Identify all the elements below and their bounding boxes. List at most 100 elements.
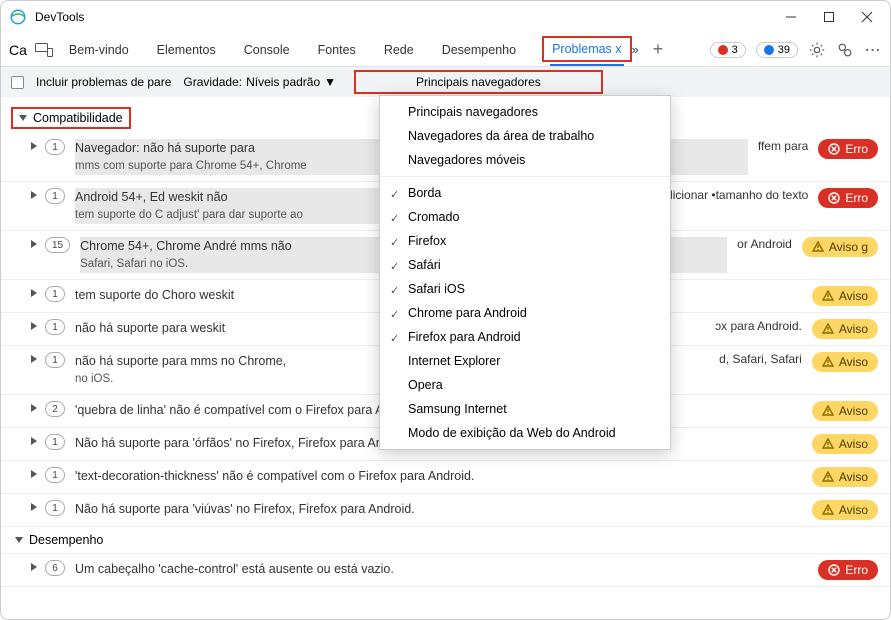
chevron-down-icon: ▼ <box>324 75 336 89</box>
check-icon: ✓ <box>390 332 399 345</box>
browser-filter-option[interactable]: Opera <box>380 373 670 397</box>
option-label: Internet Explorer <box>408 354 500 368</box>
device-toggle-icon[interactable] <box>35 43 53 57</box>
error-badge: Erro <box>818 188 878 208</box>
severity-label: Gravidade: <box>183 75 242 89</box>
issue-count-badge: 1 <box>45 188 65 204</box>
browser-filter-option[interactable]: Principais navegadores <box>380 100 670 124</box>
option-label: Cromado <box>408 210 459 224</box>
experiments-icon[interactable] <box>836 41 854 59</box>
include-third-party-label: Incluir problemas de pare <box>36 75 171 89</box>
tab-fontes[interactable]: Fontes <box>316 34 358 65</box>
devtools-tabbar: Ca Bem-vindoElementosConsoleFontesRedeDe… <box>1 33 890 67</box>
error-badge: Erro <box>818 560 878 580</box>
window-close-button[interactable] <box>860 10 874 24</box>
issue-count-badge: 6 <box>45 560 65 576</box>
warning-badge: Aviso <box>812 467 878 487</box>
tab-desempenho[interactable]: Desempenho <box>440 34 518 65</box>
browser-filter-option[interactable]: Navegadores móveis <box>380 148 670 172</box>
issue-count-badge: 1 <box>45 139 65 155</box>
section-compatibility-header[interactable]: Compatibilidade <box>11 107 131 129</box>
browser-filter-option[interactable]: ✓Safari iOS <box>380 277 670 301</box>
warning-badge: Aviso <box>812 434 878 454</box>
disclosure-triangle-icon <box>31 563 37 571</box>
tab-bem-vindo[interactable]: Bem-vindo <box>67 34 131 65</box>
issue-text: Um cabeçalho 'cache-control' está ausent… <box>75 560 818 578</box>
severity-value: Níveis padrão <box>246 75 320 89</box>
option-label: Principais navegadores <box>408 105 538 119</box>
option-label: Navegadores da área de trabalho <box>408 129 594 143</box>
browser-filter-option[interactable]: Internet Explorer <box>380 349 670 373</box>
browser-filter-option[interactable]: ✓Cromado <box>380 205 670 229</box>
browser-filter-option[interactable]: ✓ Safári <box>380 253 670 277</box>
info-counter[interactable]: 39 <box>756 42 798 58</box>
warning-badge: Aviso <box>812 352 878 372</box>
issue-text: Não há suporte para 'viúvas' no Firefox,… <box>75 500 812 518</box>
browser-filter-option[interactable]: Navegadores da área de trabalho <box>380 124 670 148</box>
warning-icon <box>822 504 834 516</box>
issue-count-badge: 1 <box>45 434 65 450</box>
warning-badge: Aviso <box>812 500 878 520</box>
section-compatibility-title: Compatibilidade <box>33 111 123 125</box>
option-label: Modo de exibição da Web do Android <box>408 426 616 440</box>
window-minimize-button[interactable] <box>784 10 798 24</box>
disclosure-triangle-icon <box>31 191 37 199</box>
error-counter[interactable]: 3 <box>710 42 746 58</box>
check-icon: ✓ <box>390 260 399 273</box>
tab-rede[interactable]: Rede <box>382 34 416 65</box>
browser-filter-menu: Principais navegadores Navegadores da áre… <box>379 95 671 450</box>
issue-side-text: or Android <box>727 237 802 251</box>
option-label: Safári <box>408 258 441 272</box>
browser-filter-option[interactable]: ✓ Firefox para Android <box>380 325 670 349</box>
browser-filter-option[interactable]: ✓Firefox <box>380 229 670 253</box>
disclosure-triangle-icon <box>15 537 23 543</box>
more-menu-icon[interactable]: ⋯ <box>864 41 882 59</box>
disclosure-triangle-icon <box>31 322 37 330</box>
issue-text: 'text-decoration-thickness' não é compat… <box>75 467 812 485</box>
option-label: Firefox para Android <box>408 330 521 344</box>
more-tabs-icon[interactable]: » <box>632 42 639 57</box>
browser-filter-label: Principais navegadores <box>416 75 541 89</box>
disclosure-triangle-icon <box>31 404 37 412</box>
issue-row[interactable]: 1'text-decoration-thickness' não é compa… <box>1 461 890 494</box>
issue-count-badge: 1 <box>45 352 65 368</box>
warning-icon <box>822 356 834 368</box>
tab-elementos[interactable]: Elementos <box>155 34 218 65</box>
browser-filter-option[interactable]: ✓Borda <box>380 181 670 205</box>
disclosure-triangle-icon <box>31 437 37 445</box>
disclosure-triangle-icon <box>31 142 37 150</box>
issue-side-text: ffem para <box>748 139 818 153</box>
warning-icon <box>822 471 834 483</box>
issue-count-badge: 2 <box>45 401 65 417</box>
option-label: Firefox <box>408 234 446 248</box>
issue-side-text: d, Safari, Safari <box>709 352 812 366</box>
browser-filter-dropdown[interactable]: Principais navegadores <box>354 70 603 94</box>
warning-icon <box>822 290 834 302</box>
issue-count-badge: 1 <box>45 286 65 302</box>
add-tab-button[interactable]: + <box>653 39 664 60</box>
settings-icon[interactable] <box>808 41 826 59</box>
include-third-party-checkbox[interactable] <box>11 76 24 89</box>
issue-count-badge: 1 <box>45 319 65 335</box>
browser-filter-option[interactable]: ✓Chrome para Android <box>380 301 670 325</box>
error-icon <box>828 564 840 576</box>
check-icon: ✓ <box>390 284 399 297</box>
error-icon <box>828 143 840 155</box>
browser-filter-option[interactable]: Samsung Internet <box>380 397 670 421</box>
issue-row[interactable]: 6 Um cabeçalho 'cache-control' está ausen… <box>1 554 890 587</box>
option-label: Navegadores móveis <box>408 153 525 167</box>
issues-filter-bar: Incluir problemas de pare Gravidade: Nív… <box>1 67 890 97</box>
disclosure-triangle-icon <box>19 115 27 121</box>
browser-filter-option[interactable]: Modo de exibição da Web do Android <box>380 421 670 445</box>
warning-icon <box>822 438 834 450</box>
severity-dropdown[interactable]: Gravidade: Níveis padrão ▼ <box>183 75 336 89</box>
window-maximize-button[interactable] <box>822 10 836 24</box>
warning-badge: Aviso g <box>802 237 878 257</box>
warning-badge: Aviso <box>812 319 878 339</box>
section-performance-header[interactable]: Desempenho <box>1 527 890 554</box>
section-performance-title: Desempenho <box>29 533 103 547</box>
tab-console[interactable]: Console <box>242 34 292 65</box>
window-titlebar: DevTools <box>1 1 890 33</box>
tab-problemas-x[interactable]: Problemas x <box>550 33 623 66</box>
issue-row[interactable]: 1Não há suporte para 'viúvas' no Firefox… <box>1 494 890 527</box>
